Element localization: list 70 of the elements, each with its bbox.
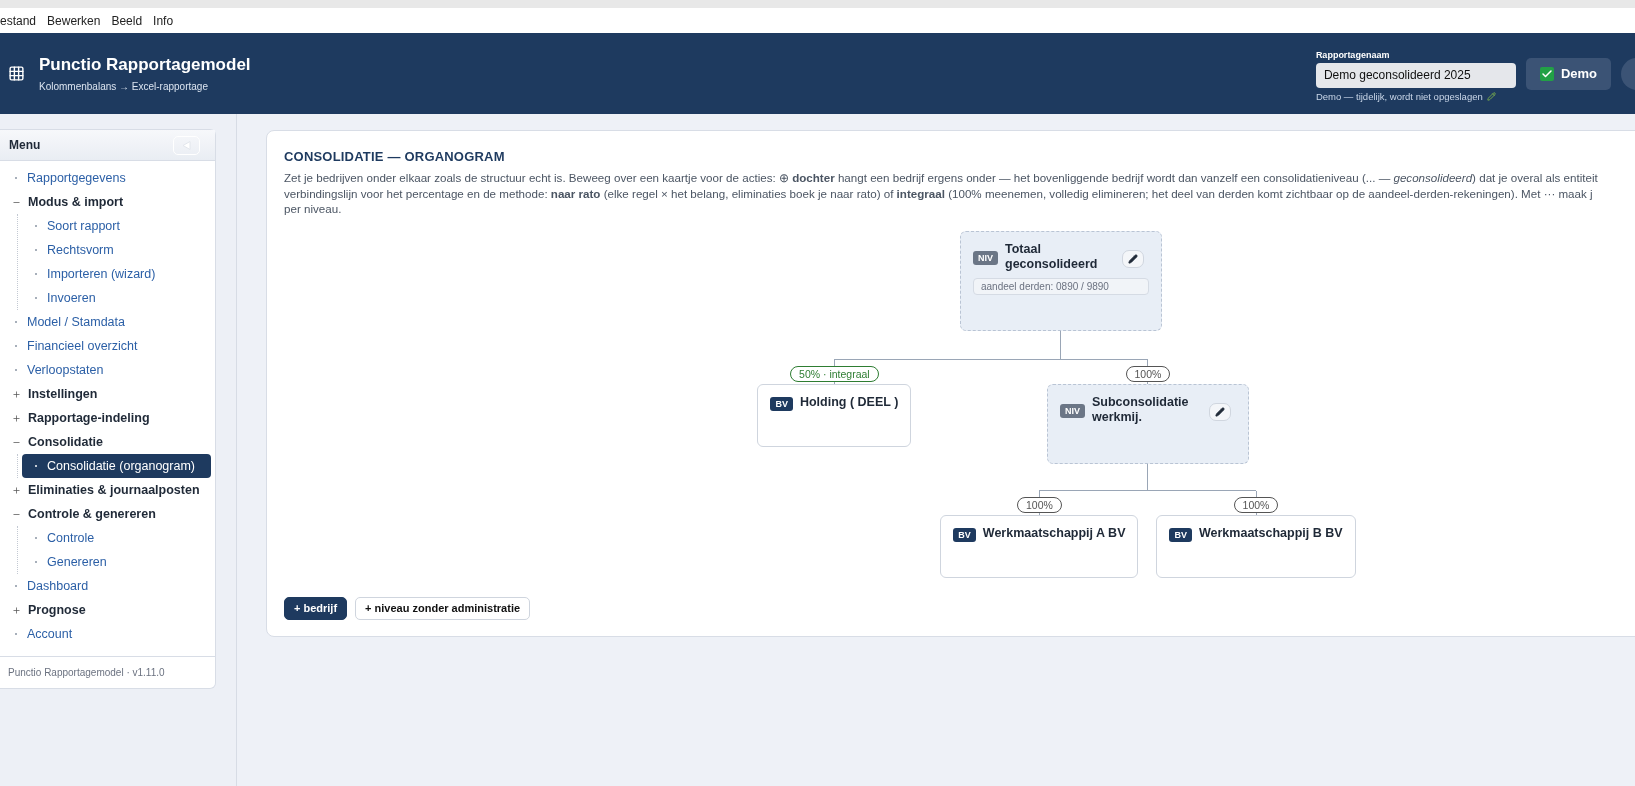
sidebar-item[interactable]: Verloopstaten [8, 358, 211, 382]
triangle-icon [182, 140, 191, 150]
sidebar-item[interactable]: Eliminaties & journaalposten [8, 478, 211, 502]
field-label: Rapportagenaam [1315, 49, 1391, 60]
node-name: Subconsolidatie werkmij. [1091, 394, 1190, 425]
sidebar-item[interactable]: Soort rapport [22, 214, 211, 238]
expand-icon [12, 413, 21, 423]
type-badge: BV [1169, 527, 1192, 542]
sidebar-item[interactable]: Prognose [8, 598, 211, 622]
company-card[interactable]: BV Werkmaatschappij A BV [940, 514, 1139, 578]
description-line: verbindingslijn voor het percentage en de methode: naar rato (elke regel × het belang, eliminaties boek je naar rato) of integraal (100% meenemen, volledig elimineren; het deel van derden komt zichtbaar op de aandeel-derden-rekeningen). Met ··· maak j [284, 185, 1594, 201]
sidebar-item[interactable]: Invoeren [22, 286, 211, 310]
description-line: per niveau. [284, 201, 343, 217]
type-badge: BV [770, 396, 793, 411]
sidebar-item[interactable]: Genereren [22, 550, 211, 574]
pencil-icon [1128, 253, 1138, 264]
edit-button[interactable] [1208, 402, 1231, 421]
checkbox[interactable] [1539, 66, 1554, 81]
sidebar-item[interactable]: Instellingen [8, 382, 211, 406]
company-card[interactable]: BV Werkmaatschappij B BV [1156, 514, 1356, 578]
app-title: Punctio Rapportagemodel [39, 55, 251, 75]
link-label[interactable]: 100% [1125, 365, 1171, 382]
type-badge: NIV [1059, 403, 1085, 418]
pencil-icon [1214, 406, 1225, 417]
node-name: Holding ( DEEL ) [799, 394, 899, 410]
description-line: Zet je bedrijven onder elkaar zoals de structuur echt is. Beweeg over een kaartje voor de acties: ⊕ dochter hangt een bedrijf ergens onder — het bovenliggende bedrijf wordt dan vanzelf een consolidatieniveau (... — geconsolideerd) dat je overal als entiteit [284, 170, 1599, 186]
demo-toggle[interactable]: Demo [1525, 57, 1611, 90]
sidebar-item[interactable]: Consolidatie (organogram) [22, 454, 211, 478]
sidebar-item[interactable]: Model / Stamdata [8, 310, 211, 334]
sidebar-item[interactable]: Account [8, 622, 211, 646]
type-badge: NIV [973, 250, 998, 265]
node-name: Totaal geconsolideerd [1005, 241, 1099, 272]
menu-item[interactable]: Info [153, 13, 174, 28]
sidebar-title: Menu [9, 138, 41, 152]
sidebar-item[interactable]: Financieel overzicht [8, 334, 211, 358]
share-field[interactable]: aandeel derden: 0890 / 9890 [973, 277, 1149, 295]
pencil-icon [1486, 91, 1496, 101]
menu-item[interactable]: estand [0, 13, 37, 28]
expand-icon [12, 485, 21, 495]
sidebar-item[interactable]: Consolidatie [8, 430, 211, 454]
link-label[interactable]: 100% [1016, 496, 1062, 513]
type-badge: BV [953, 527, 976, 542]
expand-icon [12, 389, 21, 399]
menu-item[interactable]: Bewerken [47, 13, 101, 28]
link-label[interactable]: 100% [1233, 496, 1279, 513]
add-button[interactable]: + niveau zonder administratie [355, 596, 531, 620]
report-name-field[interactable]: Demo geconsolideerd 2025 [1315, 62, 1516, 88]
sidebar-item[interactable]: Rapportage-indeling [8, 406, 211, 430]
version-footer: Punctio Rapportagemodel · v1.11.0 [0, 656, 215, 688]
node-name: Werkmaatschappij A BV [982, 525, 1126, 541]
app-subtitle: Kolommenbalans → Excel-rapportage [39, 81, 209, 92]
menu-item[interactable]: Beeld [111, 13, 143, 28]
sidebar-item[interactable]: Dashboard [8, 574, 211, 598]
sidebar-item[interactable]: Rapportgegevens [8, 166, 211, 190]
sidebar-item[interactable]: Rechtsvorm [22, 238, 211, 262]
edit-button[interactable] [1122, 249, 1144, 268]
sidebar-item[interactable]: Controle & genereren [8, 502, 211, 526]
sidebar-item[interactable]: Importeren (wizard) [22, 262, 211, 286]
section-heading: CONSOLIDATIE — ORGANOGRAM [284, 149, 506, 164]
expand-icon [12, 605, 21, 615]
company-card[interactable]: BV Holding ( DEEL ) [757, 383, 912, 447]
grid-icon [8, 65, 25, 82]
node-name: Werkmaatschappij B BV [1199, 525, 1343, 541]
sidebar-item[interactable]: Controle [22, 526, 211, 550]
level-card[interactable]: NIV Subconsolidatie werkmij. [1046, 383, 1249, 464]
level-card[interactable]: NIV Totaal geconsolideerd aandeel derden: 0890 / 9890 [960, 230, 1162, 331]
add-button[interactable]: + bedrijf [284, 596, 348, 620]
demo-note: Demo — tijdelijk, wordt niet opgeslagen [1315, 90, 1516, 102]
sidebar-item[interactable]: Modus & import [8, 190, 211, 214]
link-label[interactable]: 50% · integraal [790, 365, 879, 382]
